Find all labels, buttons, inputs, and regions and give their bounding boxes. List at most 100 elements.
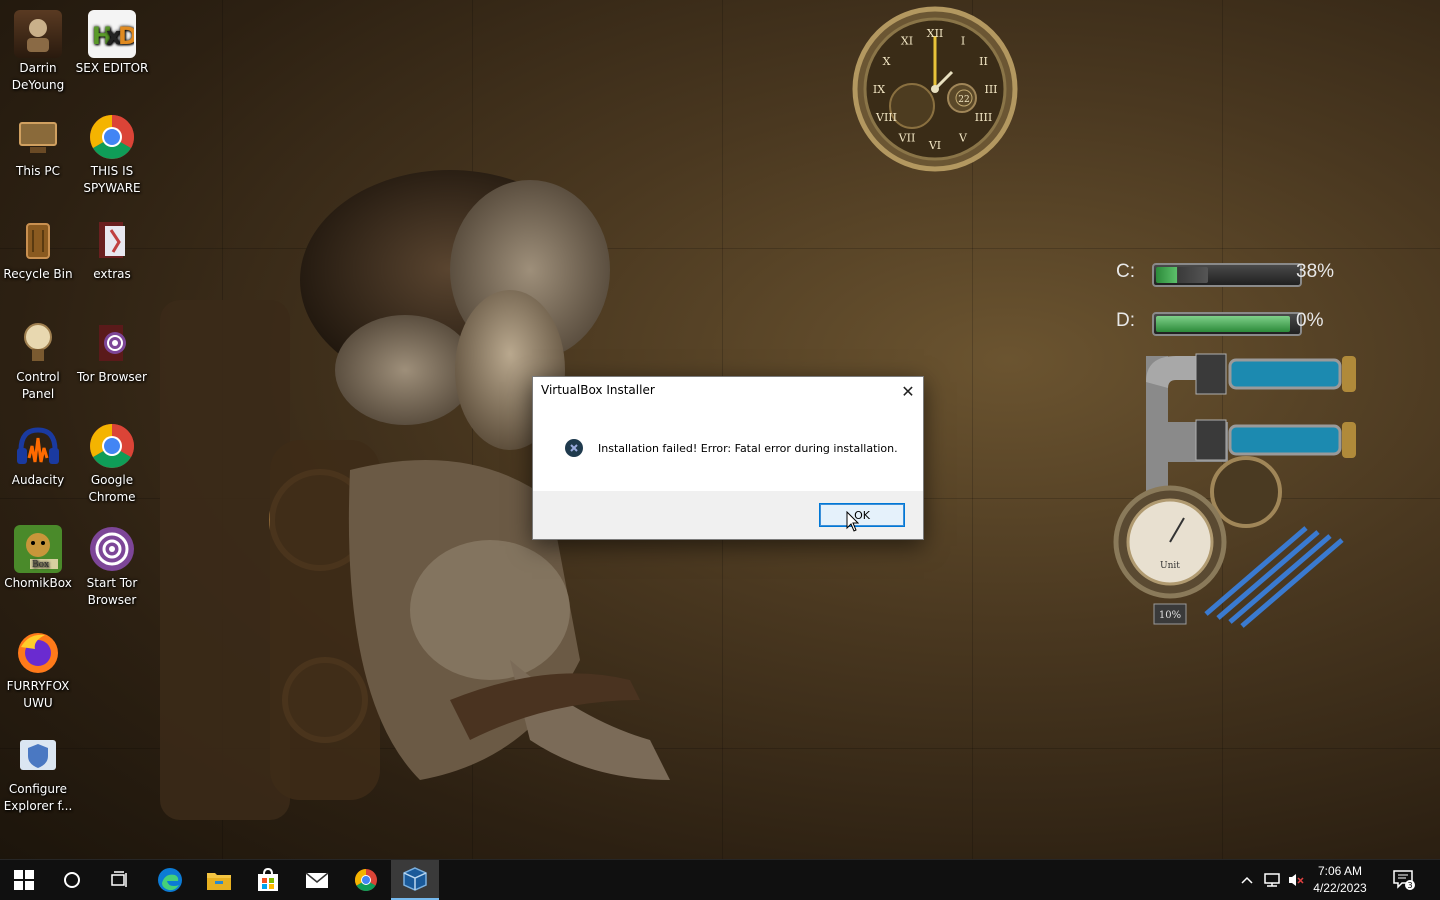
- dialog-titlebar[interactable]: VirtualBox Installer ✕: [533, 377, 923, 405]
- taskbar-mail[interactable]: [293, 860, 341, 900]
- start-button[interactable]: [0, 860, 48, 900]
- gauge-unit: Unit: [1160, 561, 1180, 571]
- taskbar-virtualbox[interactable]: [391, 860, 439, 900]
- desktop-icon-chomikbox[interactable]: Box ChomikBox: [0, 519, 76, 592]
- desktop-icon-control-panel[interactable]: Control Panel: [0, 313, 76, 403]
- taskbar-chrome[interactable]: [342, 860, 390, 900]
- desktop-icon-recycle-bin[interactable]: Recycle Bin: [0, 210, 76, 283]
- taskbar-time: 7:06 AM: [1317, 864, 1363, 878]
- start-icon: [14, 870, 34, 890]
- folder-icon: [88, 216, 136, 264]
- desktop-icon-label: Darrin DeYoung: [11, 61, 65, 92]
- mouse-cursor-icon: [846, 511, 860, 532]
- drive-tube: [1152, 263, 1302, 287]
- network-icon: [1264, 873, 1280, 887]
- desktop-icon-label: Tor Browser: [76, 370, 147, 384]
- desktop-icon-furryfox[interactable]: FURRYFOX UWU: [0, 622, 76, 712]
- desktop-icon-configure-explorer[interactable]: Configure Explorer f...: [0, 725, 76, 815]
- chrome-icon: [88, 422, 136, 470]
- ok-button[interactable]: OK: [819, 503, 905, 527]
- taskbar: 7:06 AM 4/22/2023 3: [0, 859, 1440, 900]
- clock-numeral: XI: [901, 35, 913, 48]
- tor-browser-icon: [88, 319, 136, 367]
- clock-numeral: IIII: [975, 111, 992, 124]
- clock-numeral: VIII: [875, 111, 897, 124]
- clock-numeral: III: [984, 83, 997, 96]
- notification-count: 3: [1407, 881, 1412, 890]
- desktop-icon-label: FURRYFOX UWU: [6, 679, 70, 710]
- chevron-up-icon: [1241, 876, 1253, 884]
- clock-numeral: I: [961, 35, 965, 48]
- taskbar-store[interactable]: [244, 860, 292, 900]
- svg-text:Box: Box: [32, 560, 49, 570]
- clock-numeral: VII: [898, 131, 916, 144]
- desktop-icon-label: Control Panel: [16, 370, 60, 401]
- pipe-gauge-widget: Unit 10%: [1113, 353, 1356, 628]
- taskbar-date: 4/22/2023: [1313, 881, 1367, 895]
- desktop-icon-audacity[interactable]: Audacity: [0, 416, 76, 489]
- desktop-icon-label: Google Chrome: [88, 473, 136, 504]
- clock-numeral: X: [883, 55, 891, 68]
- network-button[interactable]: [1260, 860, 1284, 900]
- search-icon: [64, 872, 80, 888]
- show-hidden-icons-button[interactable]: [1236, 860, 1258, 900]
- virtualbox-installer-dialog: VirtualBox Installer ✕ Installation fail…: [532, 376, 924, 540]
- close-icon: ✕: [901, 381, 915, 401]
- action-center-button[interactable]: 3: [1386, 860, 1422, 900]
- svg-text:D: D: [118, 22, 134, 50]
- dialog-message: Installation failed! Error: Fatal error …: [598, 442, 898, 455]
- desktop-icon-darrin-deyoung[interactable]: Darrin DeYoung: [0, 4, 76, 94]
- desktop-icon-extras[interactable]: extras: [74, 210, 150, 283]
- error-icon: [565, 439, 583, 457]
- chrome-icon: [355, 869, 377, 891]
- desktop-icon-label: Audacity: [11, 473, 65, 487]
- drive-percent: 38%: [1296, 261, 1335, 282]
- drive-percent: 0%: [1296, 310, 1324, 331]
- desktop-icon-label: extras: [93, 267, 131, 281]
- clock-numeral: V: [958, 131, 968, 144]
- clock-numeral: IX: [873, 83, 885, 96]
- drive-label: C:: [1116, 261, 1135, 282]
- taskbar-file-explorer[interactable]: [195, 860, 243, 900]
- drive-fill: [1156, 267, 1209, 283]
- desktop-icon-label: Configure Explorer f...: [3, 782, 73, 813]
- desktop-icon-start-tor-browser[interactable]: Start Tor Browser: [74, 519, 150, 609]
- clock-widget: 22 XIIIIIIIIIIIIVVIVIIVIIIIXXXI: [852, 6, 1018, 172]
- desktop-icon-label: This PC: [16, 164, 60, 178]
- dialog-title: VirtualBox Installer: [541, 383, 655, 397]
- mail-icon: [305, 872, 329, 888]
- control-panel-icon: [14, 319, 62, 367]
- dialog-body: Installation failed! Error: Fatal error …: [533, 405, 923, 491]
- desktop-icon-this-pc[interactable]: This PC: [0, 107, 76, 180]
- tor-icon: [88, 525, 136, 573]
- desktop-icon-label: Start Tor Browser: [86, 576, 138, 607]
- desktop-icon-google-chrome[interactable]: Google Chrome: [74, 416, 150, 506]
- hex-editor-icon: HxD: [88, 10, 136, 58]
- audacity-icon: [14, 422, 62, 470]
- desktop-icon-sex-editor[interactable]: HxD SEX EDITOR: [74, 4, 150, 77]
- dialog-footer: OK: [533, 491, 923, 539]
- store-icon: [258, 868, 278, 891]
- drive-fill: [1156, 316, 1290, 332]
- taskbar-clock[interactable]: 7:06 AM 4/22/2023: [1298, 863, 1382, 897]
- search-button[interactable]: [48, 860, 96, 900]
- drive-tube: [1152, 312, 1302, 336]
- clock-numeral: VI: [928, 139, 941, 152]
- computer-icon: [14, 113, 62, 161]
- task-view-icon: [111, 871, 127, 887]
- user-folder-icon: [14, 10, 62, 58]
- desktop-icon-this-is-spyware[interactable]: THIS IS SPYWARE: [74, 107, 150, 197]
- recycle-bin-icon: [14, 216, 62, 264]
- drive-label: D:: [1116, 310, 1135, 331]
- clock-date-badge: 22: [958, 95, 969, 105]
- desktop-icon-label: ChomikBox: [4, 576, 72, 590]
- task-view-button[interactable]: [96, 860, 144, 900]
- chrome-icon: [88, 113, 136, 161]
- desktop-icon-tor-browser[interactable]: Tor Browser: [74, 313, 150, 386]
- taskbar-edge[interactable]: [146, 860, 194, 900]
- gauge-percent: 10%: [1159, 610, 1181, 621]
- desktop-icon-label: THIS IS SPYWARE: [83, 164, 141, 195]
- close-button[interactable]: ✕: [893, 377, 923, 405]
- drive-meter-d: D: 0%: [1086, 307, 1346, 337]
- shield-icon: [14, 731, 62, 779]
